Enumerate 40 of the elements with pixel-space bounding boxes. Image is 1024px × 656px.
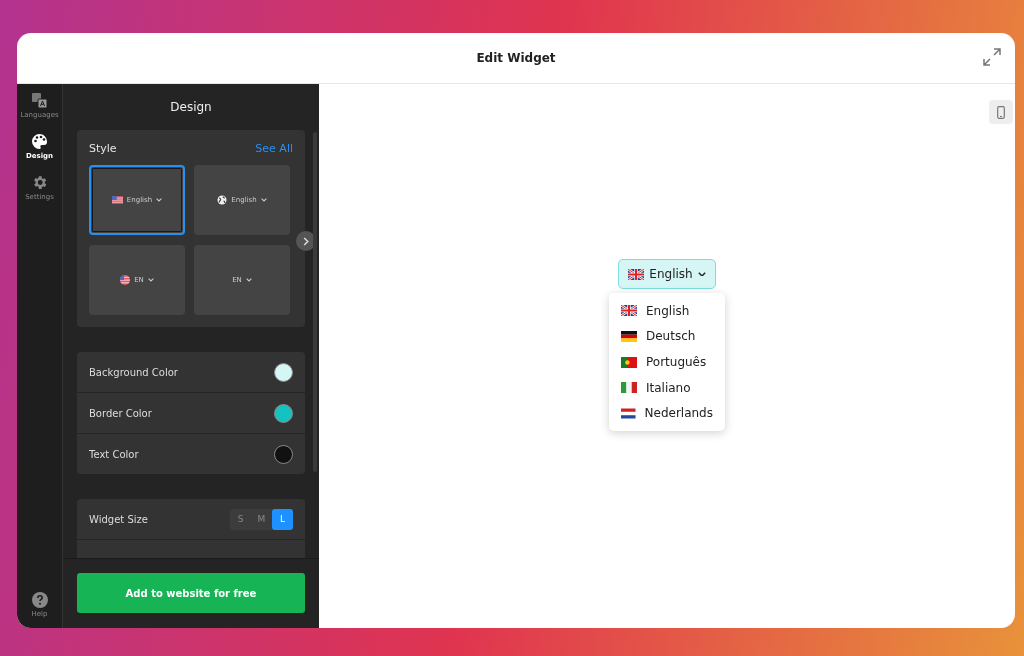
see-all-link[interactable]: See All [255,142,293,155]
flag-icon [621,382,637,394]
color-swatch[interactable] [274,362,293,382]
language-option[interactable]: English [609,298,725,324]
flag-icon [621,356,637,368]
phone-icon [997,105,1005,119]
size-label: Widget Size [89,513,148,525]
color-label: Background Color [89,366,178,378]
panel-title: Design [169,99,213,114]
flag-icon [120,275,131,285]
color-label: Border Color [89,407,152,419]
chevron-down-icon [245,278,252,282]
flag-icon [628,268,645,280]
window-title: Edit Widget [476,51,556,65]
flag-icon [621,407,636,419]
expand-icon[interactable] [983,48,1001,66]
chevron-down-icon [697,271,706,277]
translate-icon [31,92,48,109]
language-option[interactable]: Nederlands [609,400,725,426]
mobile-view-button[interactable] [989,100,1013,124]
language-switcher[interactable]: English [618,259,716,289]
chevron-down-icon [260,198,267,202]
settings-icon [31,174,48,191]
color-swatch[interactable] [274,444,293,464]
palette-icon [31,133,48,150]
card-title: Style [89,142,117,155]
language-option[interactable]: Deutsch [609,323,725,350]
chevron-right-icon [303,236,309,246]
color-label: Text Color [89,448,139,460]
language-option[interactable]: Italiano [609,374,725,401]
chevron-down-icon [156,198,163,202]
next-button[interactable] [296,231,316,251]
color-swatch[interactable] [274,403,293,423]
language-option[interactable]: Português [609,349,725,375]
globe-icon [217,195,228,205]
flag-icon [111,196,123,204]
flag-icon [621,305,637,317]
help-icon [31,592,48,608]
flag-icon [621,330,637,342]
chevron-down-icon [147,278,154,282]
